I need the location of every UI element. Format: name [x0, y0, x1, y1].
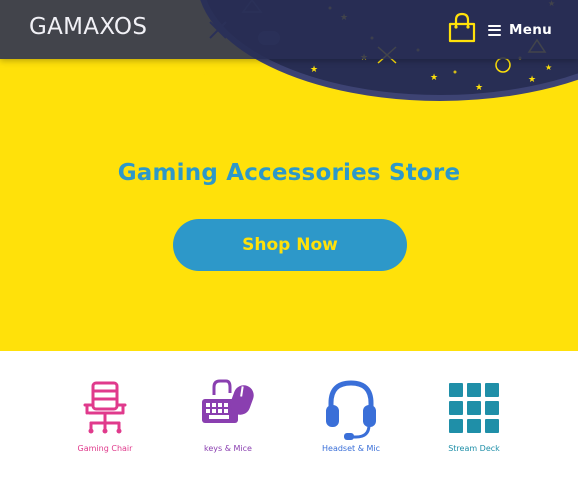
category-headset-mic[interactable]: Headset & Mic	[306, 379, 396, 459]
headset-icon	[326, 380, 376, 440]
category-keys-mice[interactable]: keys & Mice	[183, 379, 273, 459]
category-strip: Gaming Chair keys & Mice Headset & Mic S…	[0, 351, 578, 478]
site-header: GAMAXOS Menu	[0, 0, 578, 59]
svg-text:★: ★	[528, 75, 536, 85]
menu-button[interactable]: Menu	[488, 19, 552, 41]
category-label: Stream Deck	[448, 444, 500, 453]
svg-text:★: ★	[545, 63, 552, 72]
keyboard-mouse-icon	[202, 379, 254, 423]
svg-text:★: ★	[430, 73, 438, 83]
category-label: Headset & Mic	[322, 444, 380, 453]
shop-now-button[interactable]: Shop Now	[173, 219, 407, 271]
category-stream-deck[interactable]: Stream Deck	[429, 379, 519, 459]
hamburger-icon	[488, 24, 501, 36]
menu-label: Menu	[509, 22, 553, 38]
site-logo[interactable]: GAMAXOS	[29, 14, 147, 40]
shopping-bag-icon[interactable]	[446, 12, 478, 44]
category-gaming-chair[interactable]: Gaming Chair	[60, 379, 150, 459]
svg-text:★: ★	[475, 83, 483, 93]
stream-deck-icon	[449, 383, 499, 433]
hero-title: Gaming Accessories Store	[117, 160, 461, 186]
svg-text:★: ★	[202, 68, 209, 77]
category-label: Gaming Chair	[77, 444, 133, 453]
svg-text:★: ★	[560, 97, 568, 107]
gaming-chair-icon	[83, 381, 127, 434]
category-label: keys & Mice	[204, 444, 252, 453]
svg-text:★: ★	[310, 65, 318, 75]
svg-text:★: ★	[176, 96, 183, 105]
